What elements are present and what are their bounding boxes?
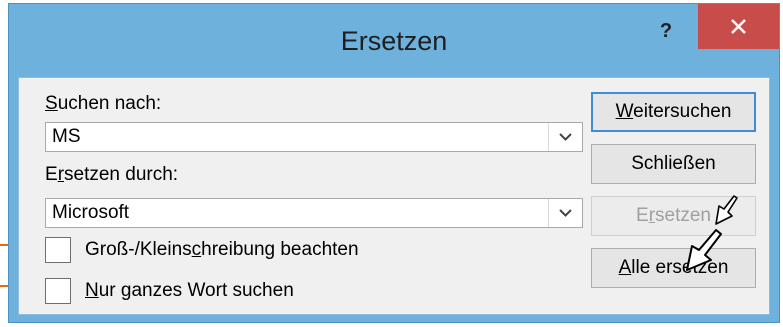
replace-input[interactable]: Microsoft [52,202,129,224]
whole-word-label[interactable]: Nur ganzes Wort suchen [85,280,294,302]
find-input[interactable]: MS [52,126,81,148]
replace-all-button[interactable]: Alle ersetzen [591,248,756,288]
pointer-arrow-icon [715,195,738,225]
find-label: Suchen nach: [45,93,162,114]
find-next-button[interactable]: Weitersuchen [591,92,756,132]
dialog-body: Suchen nach: MS Ersetzen durch: Microsof… [18,77,770,315]
find-combobox[interactable]: MS [45,122,583,152]
find-dropdown-button[interactable] [548,123,582,151]
chevron-down-icon [559,209,572,217]
close-icon [731,19,746,34]
help-button[interactable]: ? [649,16,683,46]
close-button[interactable]: Schließen [591,144,756,184]
replace-dropdown-button[interactable] [548,199,582,227]
match-case-label[interactable]: Groß-/Kleinschreibung beachten [85,239,359,261]
title-bar[interactable]: Ersetzen ? [9,4,779,77]
pointer-arrow-icon [686,229,722,271]
match-case-checkbox[interactable] [45,237,71,263]
replace-label: Ersetzen durch: [45,164,179,185]
chevron-down-icon [559,133,572,141]
close-window-button[interactable] [698,4,779,49]
whole-word-checkbox[interactable] [45,278,71,304]
screenshot-stage: Ersetzen ? Suchen nach: MS Ersetzen durc… [0,0,783,327]
replace-combobox[interactable]: Microsoft [45,198,583,228]
replace-dialog: Ersetzen ? Suchen nach: MS Ersetzen durc… [8,3,780,323]
